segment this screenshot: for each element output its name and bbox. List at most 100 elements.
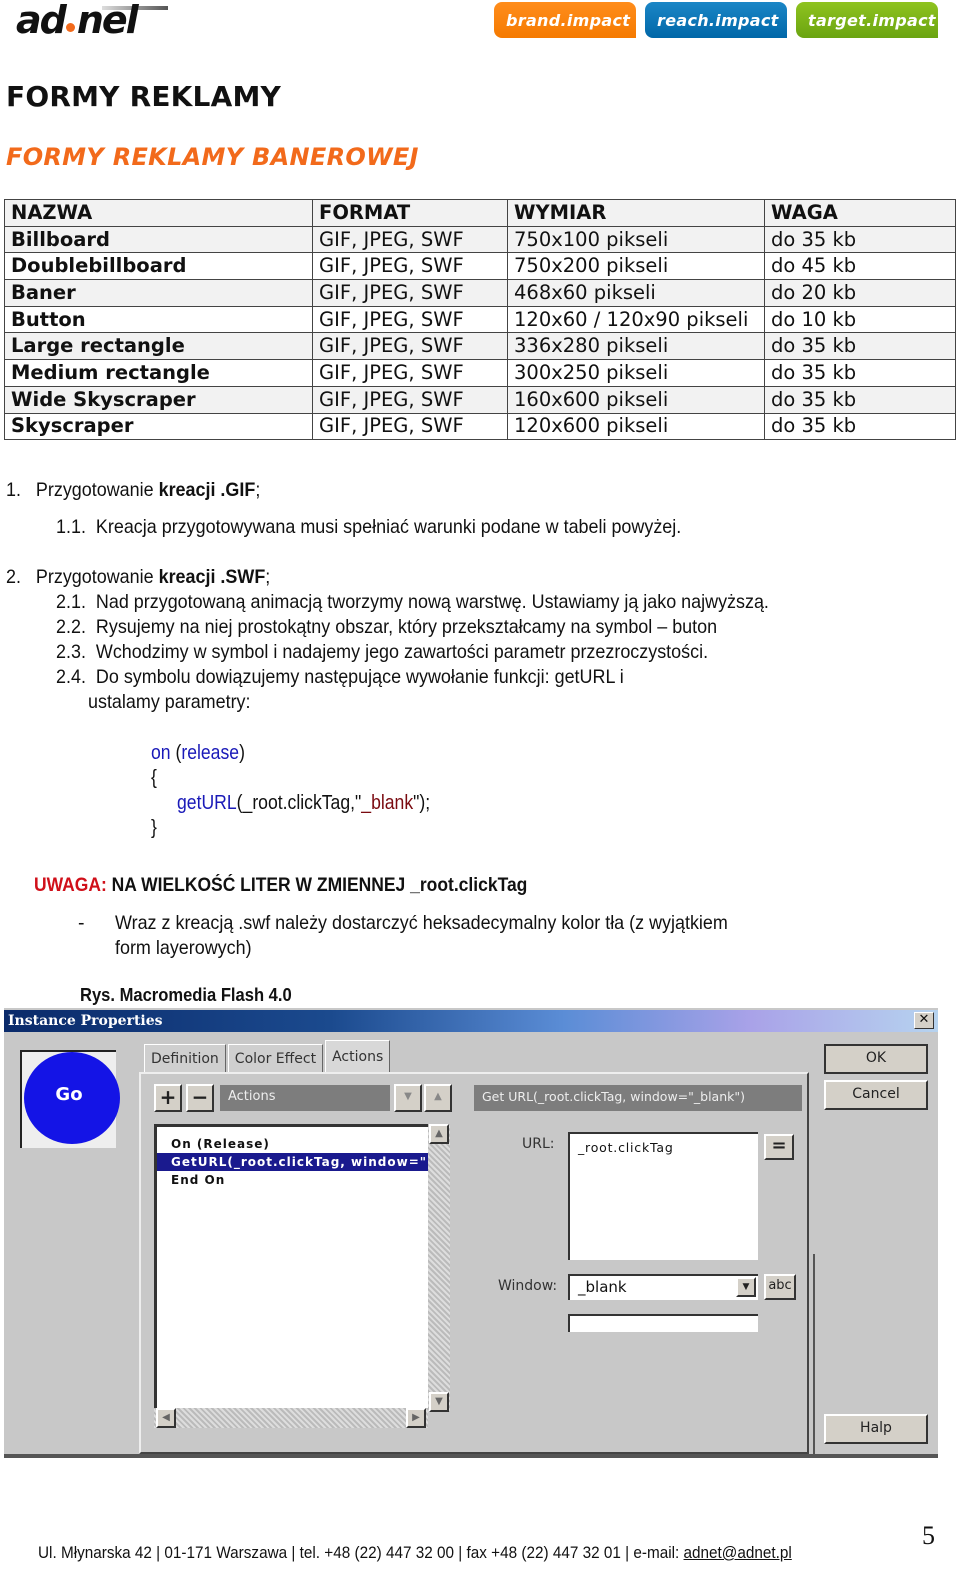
chevron-down-icon[interactable]: ▼: [736, 1277, 756, 1297]
move-down-button[interactable]: ▼: [394, 1084, 422, 1112]
code-string: _blank: [361, 792, 414, 814]
logo-text: ad nel: [16, 0, 139, 42]
cell-weight: do 35 kb: [764, 332, 956, 361]
cell-dimension: 160x600 pikseli: [507, 385, 765, 414]
logo-part-ad: ad: [16, 0, 67, 42]
variables-field[interactable]: [568, 1314, 758, 1332]
cell-name: Large rectangle: [4, 332, 313, 361]
cell-dimension: 300x250 pikseli: [507, 359, 765, 387]
tab-target-impact[interactable]: target.impact: [796, 2, 938, 38]
panel-divider: [813, 1254, 815, 1454]
list-item-selected[interactable]: GetURL(_root.clickTag, window=": [157, 1153, 428, 1171]
code-line-1: on (release): [151, 742, 245, 765]
header-cell: FORMAT: [312, 199, 508, 227]
footer-contact: Ul. Młynarska 42 | 01-171 Warszawa | tel…: [38, 1543, 792, 1563]
list-item[interactable]: End On: [157, 1171, 428, 1189]
cell-name: Billboard: [4, 225, 313, 254]
cancel-button[interactable]: Cancel: [824, 1080, 928, 1110]
adnet-logo: ad nel: [16, 0, 168, 42]
step-2-4-cont: ustalamy parametry:: [88, 691, 251, 713]
footer-address: Ul. Młynarska 42 | 01-171 Warszawa | tel…: [38, 1543, 684, 1562]
cell-name: Button: [4, 305, 313, 334]
tab-definition[interactable]: Definition: [144, 1044, 226, 1072]
table-row: Wide Skyscraper GIF, JPEG, SWF 160x600 pik…: [4, 385, 956, 414]
table-header-row: NAZWA FORMAT WYMIAR WAGA: [4, 199, 956, 227]
remove-action-button[interactable]: −: [186, 1084, 214, 1112]
scroll-left-icon[interactable]: ◀: [156, 1408, 176, 1428]
url-input[interactable]: _root.clickTag: [568, 1132, 758, 1260]
cell-weight: do 35 kb: [764, 412, 956, 441]
code-line-3: getURL(_root.clickTag,"_blank");: [177, 792, 430, 815]
cell-weight: do 35 kb: [764, 359, 956, 387]
url-label: URL:: [522, 1136, 555, 1152]
ok-button[interactable]: OK: [824, 1044, 928, 1074]
email-link[interactable]: adnet@adnet.pl: [684, 1543, 792, 1562]
add-action-button[interactable]: +: [154, 1084, 182, 1112]
step-text: Kreacja przygotowywana musi spełniać war…: [95, 516, 682, 538]
scroll-down-icon[interactable]: ▼: [429, 1392, 449, 1412]
cell-dimension: 336x280 pikseli: [507, 332, 765, 361]
scroll-up-icon[interactable]: ▲: [429, 1124, 449, 1144]
header-cell: NAZWA: [4, 199, 313, 227]
cell-format: GIF, JPEG, SWF: [312, 385, 508, 414]
step-number: 2.4.: [56, 666, 86, 688]
url-expression-button[interactable]: =: [764, 1134, 794, 1160]
cell-format: GIF, JPEG, SWF: [312, 252, 508, 281]
header-cell: WYMIAR: [507, 199, 765, 227]
cell-name: Skyscraper: [4, 412, 313, 441]
cell-weight: do 45 kb: [764, 252, 956, 281]
step-number: 2.: [6, 566, 21, 588]
actions-list[interactable]: On (Release) GetURL(_root.clickTag, wind…: [154, 1124, 428, 1424]
actions-dropdown[interactable]: Actions: [220, 1085, 390, 1111]
cell-name: Doublebillboard: [4, 252, 313, 281]
step-number: 2.1.: [56, 591, 86, 613]
tab-color-effect[interactable]: Color Effect: [227, 1044, 324, 1072]
window-select[interactable]: _blank: [568, 1274, 758, 1300]
code-keyword: on: [151, 742, 171, 764]
window-abc-button[interactable]: abc: [764, 1274, 796, 1300]
step-text: Nad przygotowaną animacją tworzymy nową …: [95, 591, 769, 613]
tab-brand-impact[interactable]: brand.impact: [494, 2, 636, 38]
preview-label: Go: [55, 1084, 83, 1105]
note-line-2: form layerowych): [115, 937, 252, 959]
step-2-4: 2.4. Do symbolu dowiązujemy następujące …: [56, 666, 624, 689]
step-number: 2.2.: [56, 616, 86, 638]
step-text: Przygotowanie: [35, 566, 159, 588]
scroll-right-icon[interactable]: ▶: [406, 1408, 426, 1428]
step-text-end: ;: [255, 479, 261, 501]
step-text: Do symbolu dowiązujemy następujące wywoł…: [95, 666, 624, 688]
note-bullet: -: [78, 912, 85, 934]
cell-dimension: 468x60 pikseli: [507, 279, 765, 307]
help-button[interactable]: Halp: [824, 1414, 928, 1444]
cell-name: Wide Skyscraper: [4, 385, 313, 414]
move-up-button[interactable]: ▲: [424, 1084, 452, 1112]
table-row: Skyscraper GIF, JPEG, SWF 120x600 pikseli d…: [4, 412, 956, 441]
tab-actions[interactable]: Actions: [325, 1040, 391, 1072]
cell-format: GIF, JPEG, SWF: [312, 279, 508, 307]
figure-caption: Rys. Macromedia Flash 4.0: [80, 985, 292, 1005]
step-number: 1.: [6, 479, 21, 501]
code-line-4: }: [151, 817, 157, 839]
brand-tabs: brand.impact reach.impact target.impact: [494, 2, 938, 38]
header-cell: WAGA: [764, 199, 956, 227]
step-2-2: 2.2. Rysujemy na niej prostokątny obszar…: [56, 616, 717, 639]
list-item[interactable]: On (Release): [157, 1135, 428, 1153]
vertical-scrollbar[interactable]: [428, 1124, 450, 1412]
cell-weight: do 35 kb: [764, 385, 956, 414]
cell-dimension: 120x600 pikseli: [507, 412, 765, 441]
window-label: Window:: [498, 1278, 558, 1294]
horizontal-scrollbar[interactable]: [154, 1408, 428, 1428]
cell-weight: do 10 kb: [764, 305, 956, 334]
dialog-tabs: Definition Color Effect Actions: [144, 1040, 392, 1072]
table-row: Doublebillboard GIF, JPEG, SWF 750x200 pik…: [4, 252, 956, 281]
page-title: FORMY REKLAMY: [6, 80, 282, 113]
table-row: Billboard GIF, JPEG, SWF 750x100 pikseli do…: [4, 225, 956, 254]
tab-reach-impact[interactable]: reach.impact: [645, 2, 787, 38]
close-icon[interactable]: ✕: [914, 1012, 934, 1029]
step-text: Przygotowanie: [35, 479, 159, 501]
step-number: 2.3.: [56, 641, 86, 663]
page-number: 5: [922, 1521, 935, 1550]
code-line-2: {: [151, 767, 157, 789]
code-punct: ): [239, 742, 245, 764]
step-2-3: 2.3. Wchodzimy w symbol i nadajemy jego …: [56, 641, 708, 664]
